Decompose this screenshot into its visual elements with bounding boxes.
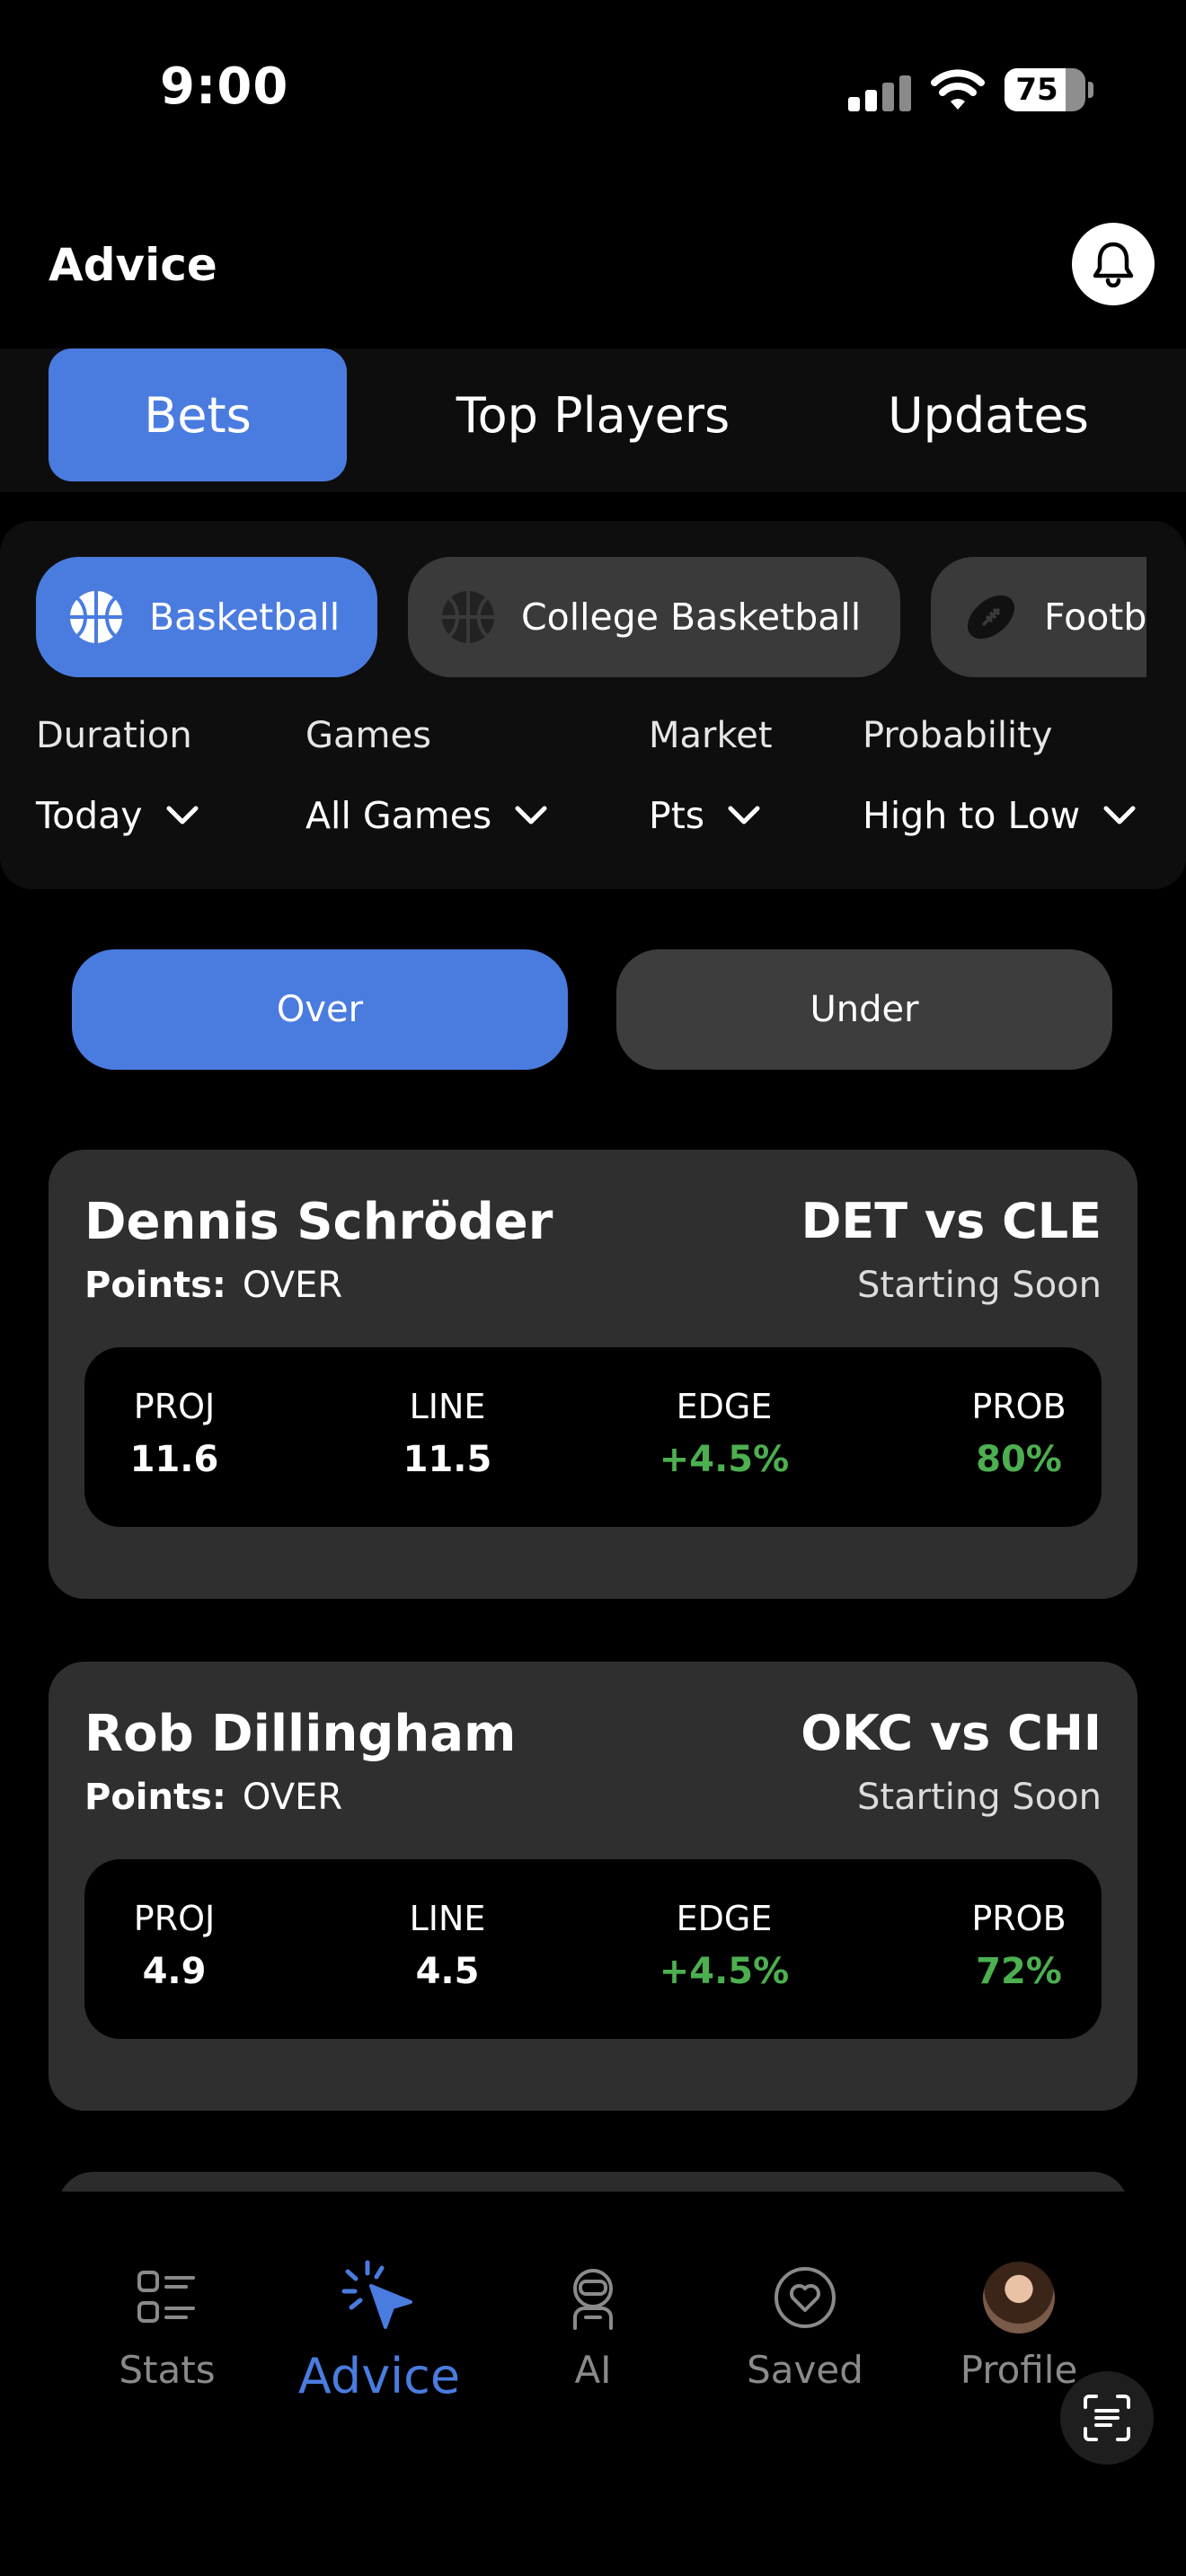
stat-prob: PROB 72%: [929, 1899, 1109, 1992]
battery-tip: [1088, 82, 1093, 98]
nav-item-saved[interactable]: Saved: [715, 2254, 895, 2392]
player-name: Rob Dillingham: [84, 1705, 517, 1763]
sport-chip-label: Football: [1044, 595, 1146, 639]
sport-chip-basketball[interactable]: Basketball: [36, 557, 377, 677]
stat-label: PROB: [971, 1899, 1067, 1938]
stats-list-icon: [137, 2271, 195, 2323]
football-icon: [967, 595, 1015, 640]
tab-updates[interactable]: Updates: [845, 348, 1132, 481]
stat-value: 4.5: [415, 1951, 480, 1992]
over-button[interactable]: Over: [72, 949, 568, 1070]
stat-value: 80%: [976, 1439, 1062, 1480]
basketball-icon: [442, 591, 494, 643]
stat-prob: PROB 80%: [929, 1387, 1109, 1480]
stat-label: LINE: [409, 1899, 486, 1938]
probability-dropdown[interactable]: High to Low: [863, 794, 1137, 837]
bottom-nav: Stats Advice AI Saved Profile: [0, 2192, 1186, 2576]
basketball-icon: [70, 591, 122, 643]
duration-value: Today: [36, 794, 143, 837]
status-time: 9:00: [160, 57, 289, 116]
nav-label: AI: [574, 2348, 612, 2392]
scan-text-icon: [1084, 2395, 1130, 2441]
game-status: Starting Soon: [857, 1265, 1102, 1306]
stat-label: LINE: [409, 1387, 486, 1426]
market-line: Points: OVER: [84, 1777, 342, 1818]
battery-icon: 75: [1005, 68, 1085, 111]
market-label: Market: [649, 715, 773, 756]
games-label: Games: [305, 715, 431, 756]
under-button[interactable]: Under: [616, 949, 1112, 1070]
nav-label: Advice: [297, 2348, 461, 2404]
stat-label: PROB: [971, 1387, 1067, 1426]
tab-top-players[interactable]: Top Players: [413, 348, 773, 481]
sport-chip-label: College Basketball: [521, 595, 862, 639]
bet-card[interactable]: Rob Dillingham Points: OVER OKC vs CHI St…: [49, 1662, 1137, 2111]
nav-item-advice[interactable]: Advice: [289, 2254, 469, 2404]
status-bar: 9:00 75: [0, 0, 1186, 180]
games-dropdown[interactable]: All Games: [305, 794, 549, 837]
probability-value: High to Low: [863, 794, 1081, 837]
nav-item-stats[interactable]: Stats: [77, 2254, 257, 2392]
chevron-down-icon: [166, 806, 199, 825]
market-label: Points:: [84, 1265, 226, 1306]
market-line: Points: OVER: [84, 1265, 342, 1306]
robot-icon: [573, 2269, 613, 2330]
nav-item-profile[interactable]: Profile: [929, 2254, 1109, 2392]
scan-text-button[interactable]: [1060, 2371, 1154, 2465]
stat-value: 72%: [976, 1951, 1062, 1992]
bet-side: OVER: [242, 1777, 343, 1818]
chevron-down-icon: [1103, 806, 1136, 825]
stat-line: LINE 4.5: [358, 1899, 537, 1992]
advice-tabs: Bets Top Players Updates: [0, 348, 1186, 492]
sport-chip-football[interactable]: Football: [931, 557, 1146, 677]
sport-chip-label: Basketball: [149, 595, 341, 639]
stat-label: EDGE: [676, 1387, 773, 1426]
stat-value: 11.6: [129, 1439, 219, 1480]
tab-bets[interactable]: Bets: [49, 348, 347, 481]
bet-card[interactable]: Dennis Schröder Points: OVER DET vs CLE S…: [49, 1150, 1137, 1599]
stat-label: EDGE: [676, 1899, 773, 1938]
player-name: Dennis Schröder: [84, 1193, 553, 1251]
stat-line: LINE 11.5: [358, 1387, 537, 1480]
sport-chip-college-basketball[interactable]: College Basketball: [408, 557, 900, 677]
stat-edge: EDGE +4.5%: [634, 1899, 814, 1992]
stat-label: PROJ: [133, 1899, 216, 1938]
avatar: [983, 2262, 1055, 2333]
stat-value: +4.5%: [659, 1951, 790, 1992]
bet-side: OVER: [242, 1265, 343, 1306]
stat-value: 11.5: [403, 1439, 492, 1480]
nav-label: Stats: [119, 2348, 216, 2392]
nav-label: Saved: [747, 2348, 863, 2392]
stat-proj: PROJ 11.6: [84, 1387, 264, 1480]
stat-value: 4.9: [142, 1951, 207, 1992]
duration-label: Duration: [36, 715, 192, 756]
bell-icon: [1093, 242, 1134, 287]
battery-level: 75: [1015, 72, 1058, 108]
games-value: All Games: [305, 794, 492, 837]
filter-panel: Basketball College Basketball Football D…: [0, 521, 1186, 889]
market-value: Pts: [649, 794, 705, 837]
market-label: Points:: [84, 1777, 226, 1818]
stat-edge: EDGE +4.5%: [634, 1387, 814, 1480]
stats-box: PROJ 11.6 LINE 11.5 EDGE +4.5% PROB 80%: [84, 1347, 1102, 1527]
stat-value: +4.5%: [659, 1439, 790, 1480]
nav-item-ai[interactable]: AI: [503, 2254, 683, 2392]
duration-dropdown[interactable]: Today: [36, 794, 200, 837]
cellular-signal-icon: [848, 75, 911, 111]
notifications-button[interactable]: [1072, 223, 1155, 305]
market-dropdown[interactable]: Pts: [649, 794, 762, 837]
probability-label: Probability: [863, 715, 1053, 756]
stat-proj: PROJ 4.9: [84, 1899, 264, 1992]
chevron-down-icon: [728, 806, 760, 825]
heart-icon: [774, 2267, 836, 2328]
stat-label: PROJ: [133, 1387, 216, 1426]
matchup: DET vs CLE: [801, 1193, 1102, 1249]
game-status: Starting Soon: [857, 1777, 1102, 1818]
advice-tap-icon: [341, 2260, 412, 2329]
matchup: OKC vs CHI: [801, 1705, 1102, 1761]
wifi-icon: [931, 69, 985, 110]
stats-box: PROJ 4.9 LINE 4.5 EDGE +4.5% PROB 72%: [84, 1859, 1102, 2039]
page-title: Advice: [49, 239, 217, 291]
chevron-down-icon: [515, 806, 547, 825]
